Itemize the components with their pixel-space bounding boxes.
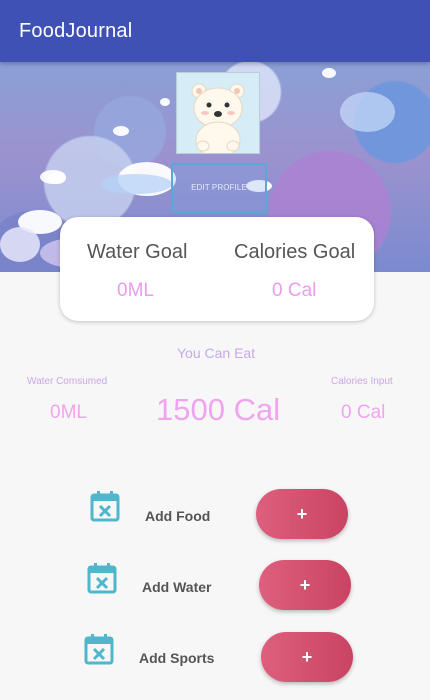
bokeh-light [160, 98, 170, 106]
calories-remaining-value: 1500 Cal [156, 392, 281, 427]
add-water-button[interactable]: + [259, 560, 351, 610]
bokeh-light [100, 174, 172, 194]
calories-input-label: Calories Input [331, 376, 393, 387]
calories-input-value: 0 Cal [341, 402, 386, 423]
calories-goal-label: Calories Goal [234, 241, 356, 263]
calendar-x-icon [90, 490, 120, 522]
water-goal-label: Water Goal [87, 241, 188, 263]
add-food-button[interactable]: + [256, 489, 348, 539]
calendar-x-icon [84, 633, 114, 665]
add-sports-label: Add Sports [139, 650, 215, 666]
bokeh-light [322, 68, 336, 78]
profile-avatar[interactable] [176, 72, 260, 159]
goals-card: Water Goal 0ML Calories Goal 0 Cal [60, 217, 374, 321]
water-goal-value[interactable]: 0ML [117, 280, 154, 302]
app-bar: FoodJournal [0, 0, 430, 62]
polar-bear-icon [177, 73, 259, 159]
app-title: FoodJournal [19, 20, 133, 42]
add-food-label: Add Food [145, 508, 211, 524]
add-water-label: Add Water [142, 579, 212, 595]
calendar-x-icon [87, 562, 117, 594]
water-consumed-value: 0ML [50, 402, 87, 423]
you-can-eat-label: You Can Eat [177, 345, 256, 361]
bokeh-light [0, 227, 40, 262]
add-sports-button[interactable]: + [261, 632, 353, 682]
water-consumed-label: Water Comsumed [27, 376, 108, 387]
bokeh-light [40, 170, 66, 184]
calories-goal-value[interactable]: 0 Cal [272, 280, 316, 302]
bokeh-light [113, 126, 129, 136]
bokeh-light [340, 92, 395, 132]
edit-profile-button[interactable]: EDIT PROFILE [171, 163, 267, 213]
